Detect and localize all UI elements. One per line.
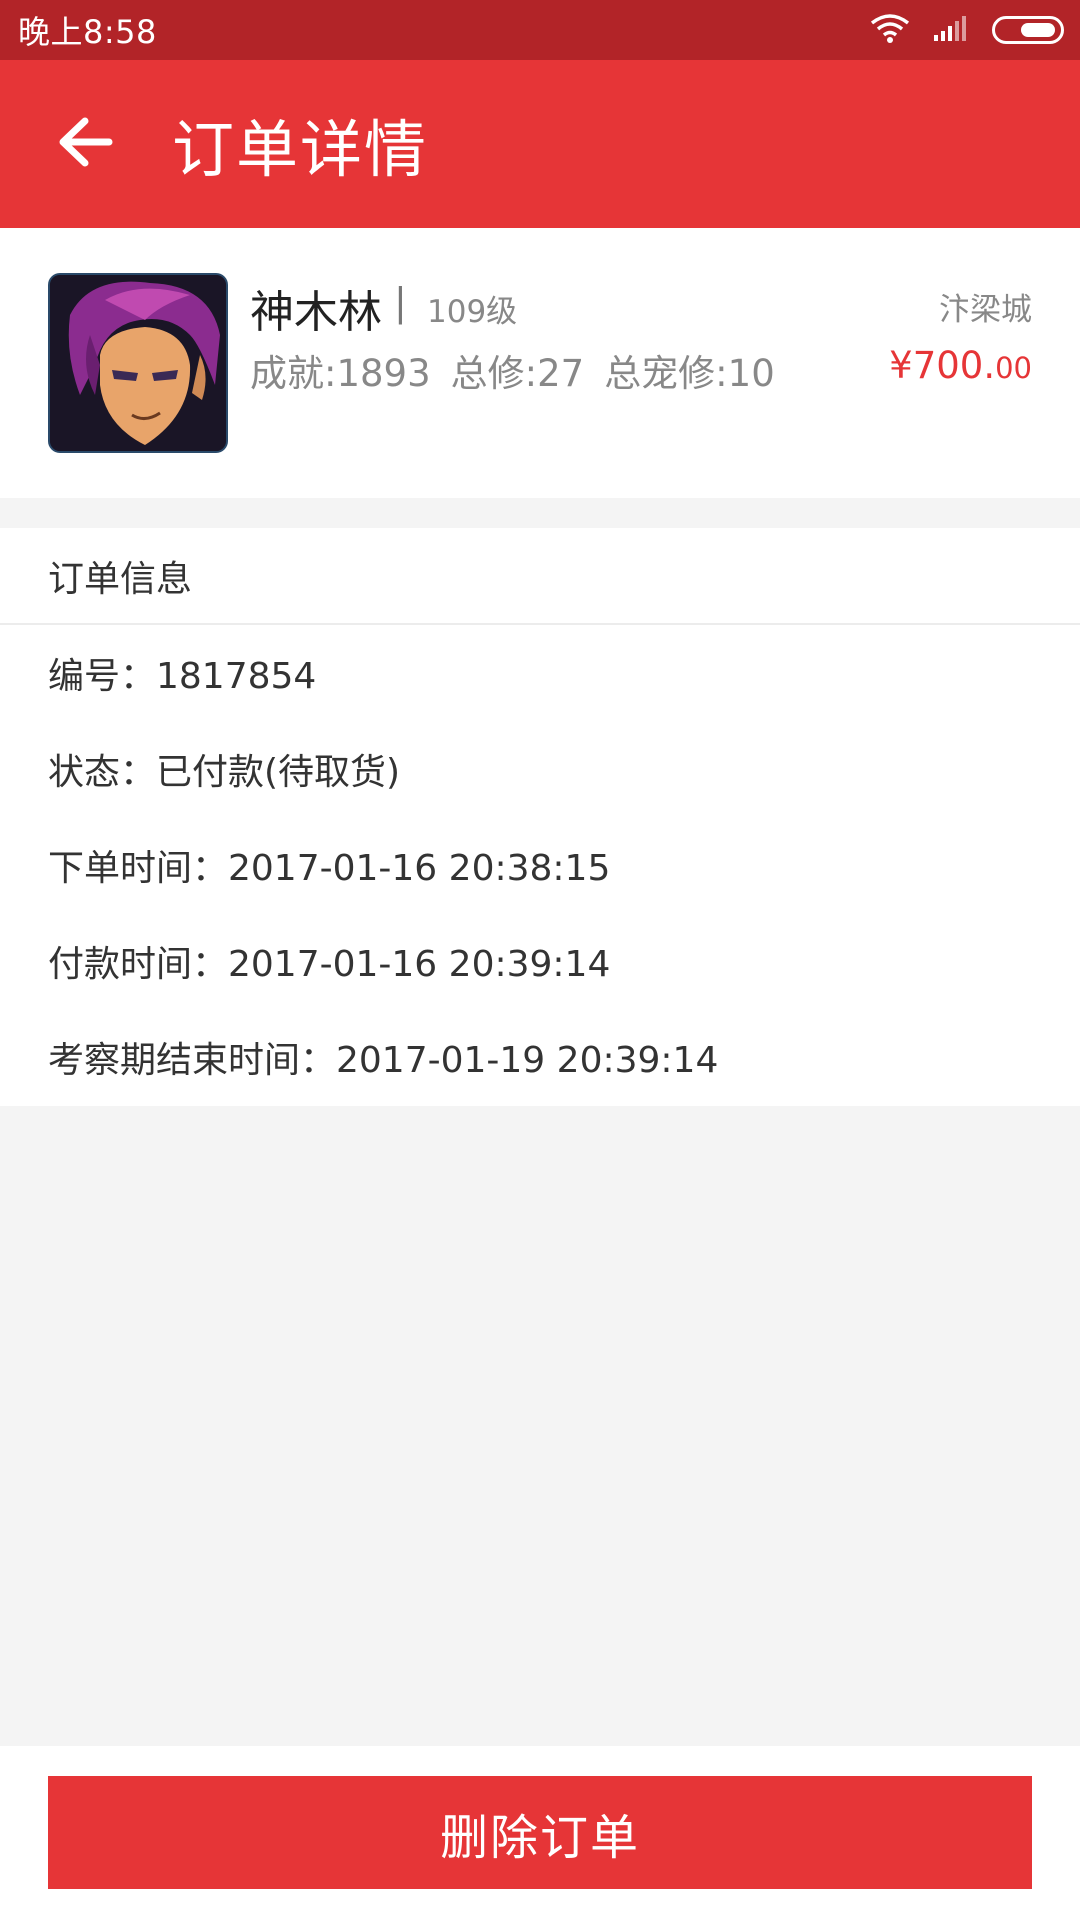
signal-icon <box>932 14 970 46</box>
status-time: 晚上8:58 <box>18 13 157 51</box>
name-separator: | <box>394 280 407 324</box>
stat-cultivation: 总修:27 <box>450 352 585 395</box>
price-integer: ¥700. <box>889 344 996 387</box>
character-stats: 成就:1893 总修:27 总宠修:10 <box>250 343 775 397</box>
product-card[interactable]: 神木林 | 109级 成就:1893 总修:27 总宠修:10 汴梁城 ¥700… <box>0 228 1080 498</box>
page-title: 订单详情 <box>172 113 429 186</box>
order-info-header: 订单信息 <box>0 528 1080 625</box>
app-bar: 订单详情 <box>0 60 1080 228</box>
order-info-section: 订单信息 编号：1817854 状态：已付款(待取货) 下单时间：2017-01… <box>0 528 1080 1106</box>
delete-order-button[interactable]: 删除订单 <box>48 1776 1032 1889</box>
order-number: 编号：1817854 <box>48 656 317 697</box>
character-avatar <box>48 273 228 453</box>
bottom-bar: 删除订单 <box>0 1746 1080 1920</box>
status-icons <box>870 13 1064 47</box>
price-decimal: 00 <box>995 351 1032 385</box>
order-time: 下单时间：2017-01-16 20:38:15 <box>48 848 611 889</box>
order-status: 状态：已付款(待取货) <box>48 752 401 793</box>
arrow-left-icon <box>57 116 113 172</box>
stat-achievement: 成就:1893 <box>250 352 431 395</box>
character-name: 神木林 <box>250 287 382 338</box>
battery-icon <box>992 16 1064 44</box>
stat-pet-cultivation: 总宠修:10 <box>604 352 775 395</box>
back-button[interactable] <box>30 89 140 199</box>
payment-time: 付款时间：2017-01-16 20:39:14 <box>48 944 611 985</box>
wifi-icon <box>870 13 910 47</box>
server-name: 汴梁城 <box>939 292 1032 328</box>
price: ¥700.00 <box>889 344 1032 387</box>
status-bar: 晚上8:58 <box>0 0 1080 60</box>
character-level: 109级 <box>427 294 518 330</box>
inspection-end-time: 考察期结束时间：2017-01-19 20:39:14 <box>48 1040 719 1081</box>
